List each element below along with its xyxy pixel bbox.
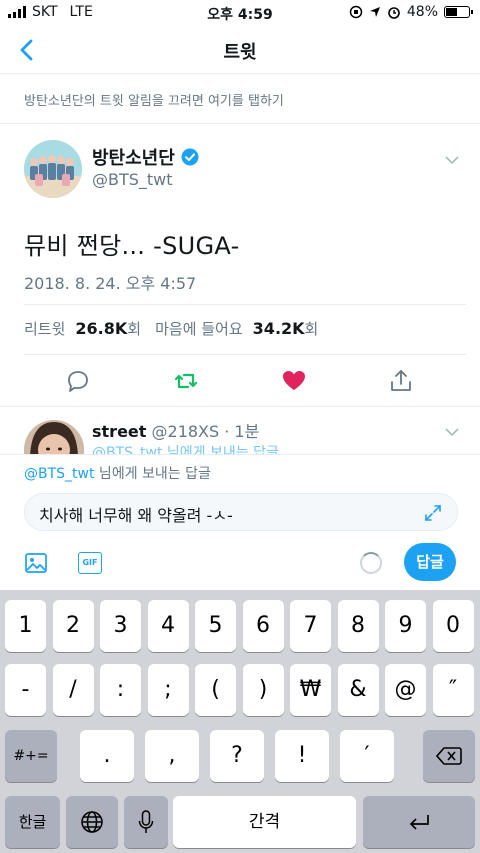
orientation-lock-icon [349, 5, 363, 19]
image-icon[interactable] [24, 551, 48, 575]
tweet-author-name: 방탄소년단 [92, 148, 175, 169]
like-heart-icon[interactable] [281, 368, 307, 394]
retweet-unit: 회 [127, 320, 142, 338]
key[interactable]: / [52, 664, 94, 716]
key-space[interactable]: 간격 [173, 796, 356, 848]
alarm-icon [388, 7, 400, 19]
key-symbols[interactable]: #+= [5, 730, 57, 782]
key[interactable]: , [145, 730, 199, 782]
key-microphone[interactable] [124, 796, 168, 848]
reply-author-name: street [92, 422, 147, 441]
group-photo-icon [24, 140, 82, 198]
key[interactable]: ″ [432, 664, 474, 716]
reply-to-text: 님에게 보내는 답글 [94, 466, 211, 482]
reply-input[interactable]: 치사해 너무해 왜 약올려 -ㅅ- [24, 493, 458, 531]
tweet-stats[interactable]: 리트윗 26.8K회 마음에 들어요 34.2K회 [24, 318, 318, 339]
page-title: 트윗 [223, 42, 257, 63]
chevron-down-icon[interactable] [444, 152, 460, 168]
tweet-author-handle: @BTS_twt [92, 170, 173, 189]
likes-count: 34.2K [252, 319, 305, 338]
expand-icon[interactable] [423, 503, 443, 523]
reply-send-button[interactable]: 답글 [404, 543, 456, 581]
chevron-down-icon[interactable] [444, 424, 460, 440]
key[interactable]: . [80, 730, 134, 782]
divider [24, 354, 466, 355]
key[interactable]: 8 [337, 600, 379, 652]
key[interactable]: ′ [340, 730, 394, 782]
key[interactable]: ; [147, 664, 189, 716]
key[interactable]: ) [242, 664, 284, 716]
likes-unit: 회 [304, 320, 319, 338]
key[interactable]: 6 [242, 600, 284, 652]
key[interactable]: @ [385, 664, 426, 716]
status-right: 48% [349, 4, 473, 20]
share-icon[interactable] [388, 368, 414, 394]
key-language[interactable]: 한글 [5, 796, 60, 848]
key[interactable]: ( [195, 664, 236, 716]
avatar[interactable] [24, 140, 82, 198]
key[interactable]: ? [210, 730, 264, 782]
key[interactable]: 0 [432, 600, 474, 652]
verified-badge-icon [181, 148, 199, 166]
key[interactable]: ₩ [290, 664, 331, 716]
reply-composer: @BTS_twt 님에게 보내는 답글 치사해 너무해 왜 약올려 -ㅅ- GI… [0, 454, 480, 590]
notification-banner-text: 방탄소년단의 트윗 알림을 끄려면 여기를 탭하기 [24, 94, 284, 109]
reply-author-meta: @218XS · 1분 [151, 422, 260, 441]
globe-icon [81, 811, 103, 833]
tweet-text: 뮤비 쩐당... -SUGA- [24, 232, 240, 260]
retweet-stat-label: 리트윗 [24, 320, 66, 338]
divider [24, 304, 466, 305]
reply-icon[interactable] [65, 368, 91, 394]
key[interactable]: & [337, 664, 379, 716]
status-bar: SKT LTE 오후 4:59 48% [0, 0, 480, 26]
retweet-icon[interactable] [173, 368, 199, 394]
key[interactable]: 9 [385, 600, 426, 652]
key[interactable]: : [100, 664, 141, 716]
key[interactable]: ! [275, 730, 329, 782]
microphone-icon [138, 810, 154, 833]
notification-banner[interactable]: 방탄소년단의 트윗 알림을 끄려면 여기를 탭하기 [0, 74, 480, 124]
battery-icon [444, 6, 473, 18]
key[interactable]: - [5, 664, 46, 716]
battery-percent: 48% [406, 4, 438, 20]
divider [0, 406, 480, 407]
reply-author[interactable]: street @218XS · 1분 [92, 418, 259, 442]
nav-bar: 트윗 [0, 26, 480, 74]
key[interactable]: 7 [290, 600, 331, 652]
reply-to-mention[interactable]: @BTS_twt [24, 466, 94, 482]
key[interactable]: 4 [147, 600, 189, 652]
key[interactable]: 1 [5, 600, 46, 652]
character-counter-ring [360, 552, 382, 574]
return-icon [409, 815, 429, 830]
gif-button[interactable]: GIF [78, 552, 102, 574]
keyboard: #+= 한글 간격 1 2 3 4 5 6 7 8 9 0 - /:;() ₩ & @ ″.,?! ′ [0, 590, 480, 853]
retweet-count: 26.8K [75, 319, 128, 338]
key[interactable]: 3 [100, 600, 141, 652]
key-return[interactable] [363, 796, 475, 848]
key-backspace[interactable] [423, 730, 475, 782]
tweet-date: 2018. 8. 24. 오후 4:57 [24, 274, 197, 293]
reply-input-value: 치사해 너무해 왜 약올려 -ㅅ- [39, 506, 233, 525]
key[interactable]: 5 [195, 600, 236, 652]
key-globe[interactable] [66, 796, 118, 848]
reply-to-label[interactable]: @BTS_twt 님에게 보내는 답글 [24, 463, 211, 483]
gif-icon: GIF [82, 558, 98, 567]
backspace-icon [435, 747, 462, 765]
tweet-author-name-row[interactable]: 방탄소년단 [92, 144, 199, 170]
likes-stat-label: 마음에 들어요 [155, 320, 243, 338]
location-icon [369, 7, 380, 17]
key[interactable]: 2 [52, 600, 94, 652]
